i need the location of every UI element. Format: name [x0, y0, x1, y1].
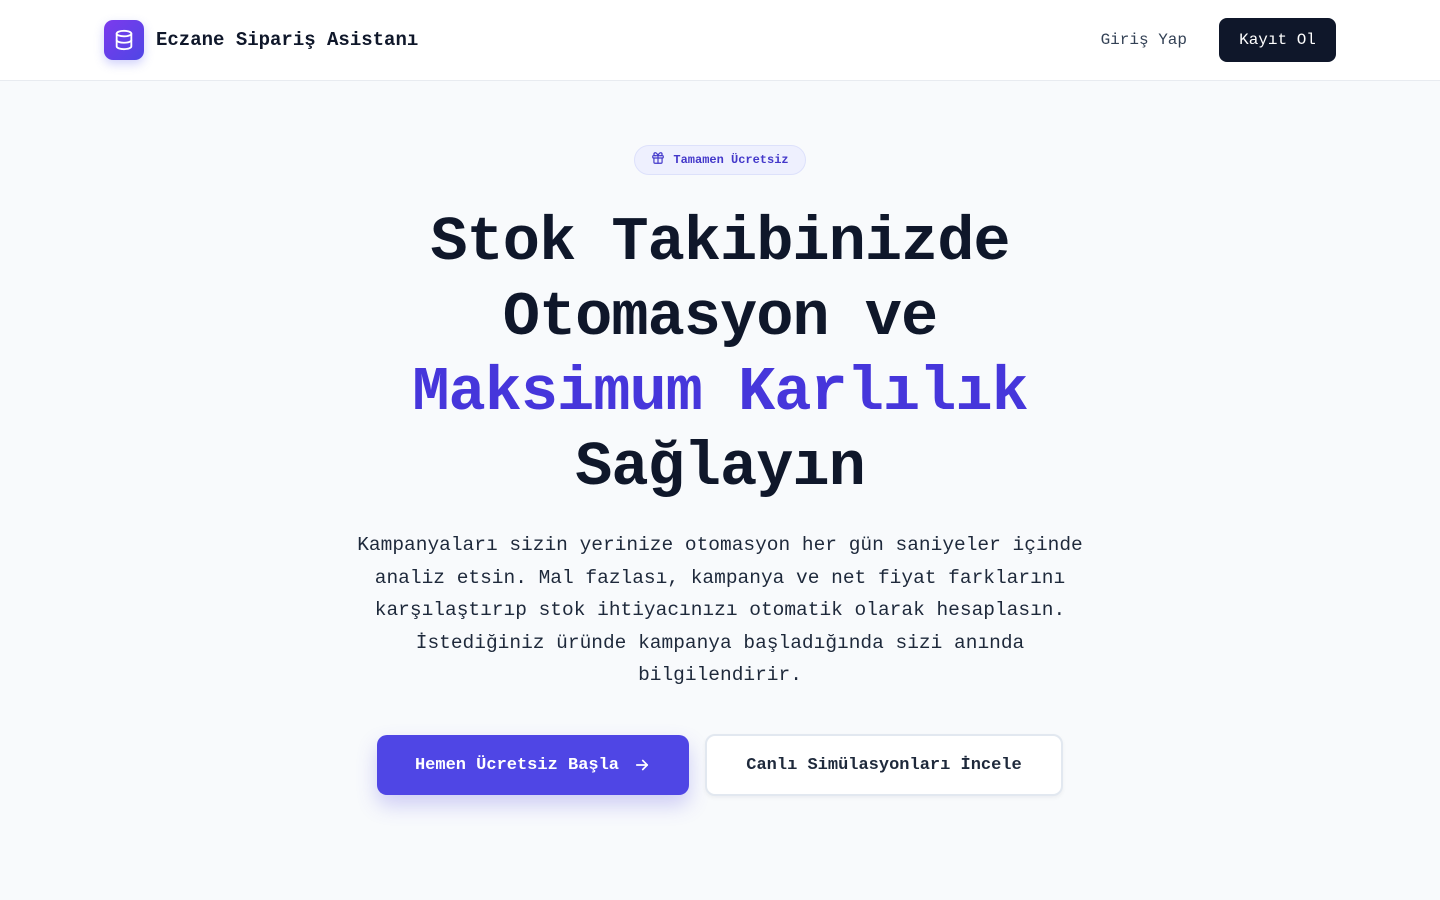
headline-line-2: Otomasyon ve	[502, 282, 938, 353]
login-link[interactable]: Giriş Yap	[1101, 31, 1187, 49]
headline-accent: Maksimum Karlılık	[412, 357, 1029, 428]
live-simulations-label: Canlı Simülasyonları İncele	[746, 755, 1022, 775]
signup-button[interactable]: Kayıt Ol	[1219, 18, 1336, 62]
arrow-right-icon	[635, 759, 649, 771]
top-navbar: Eczane Sipariş Asistanı Giriş Yap Kayıt …	[0, 0, 1440, 81]
free-badge: Tamamen Ücretsiz	[634, 145, 806, 175]
hero-subtitle: Kampanyaları sizin yerinize otomasyon he…	[357, 534, 1083, 686]
brand[interactable]: Eczane Sipariş Asistanı	[104, 20, 418, 60]
hero-section: Tamamen Ücretsiz Stok Takibinizde Otomas…	[0, 81, 1440, 900]
brand-name: Eczane Sipariş Asistanı	[156, 29, 419, 51]
start-free-label: Hemen Ücretsiz Başla	[414, 755, 620, 775]
gift-icon	[651, 151, 665, 170]
header-nav: Giriş Yap Kayıt Ol	[1101, 18, 1336, 62]
headline-line-1: Stok Takibinizde	[430, 207, 1010, 278]
live-simulations-button[interactable]: Canlı Simülasyonları İncele	[705, 734, 1063, 796]
headline-line-4: Sağlayın	[575, 432, 866, 503]
badge-label: Tamamen Ücretsiz	[673, 153, 789, 167]
start-free-button[interactable]: Hemen Ücretsiz Başla	[377, 735, 689, 795]
hero-headline: Stok Takibinizde Otomasyon ve Maksimum K…	[0, 205, 1440, 505]
database-icon	[104, 20, 144, 60]
